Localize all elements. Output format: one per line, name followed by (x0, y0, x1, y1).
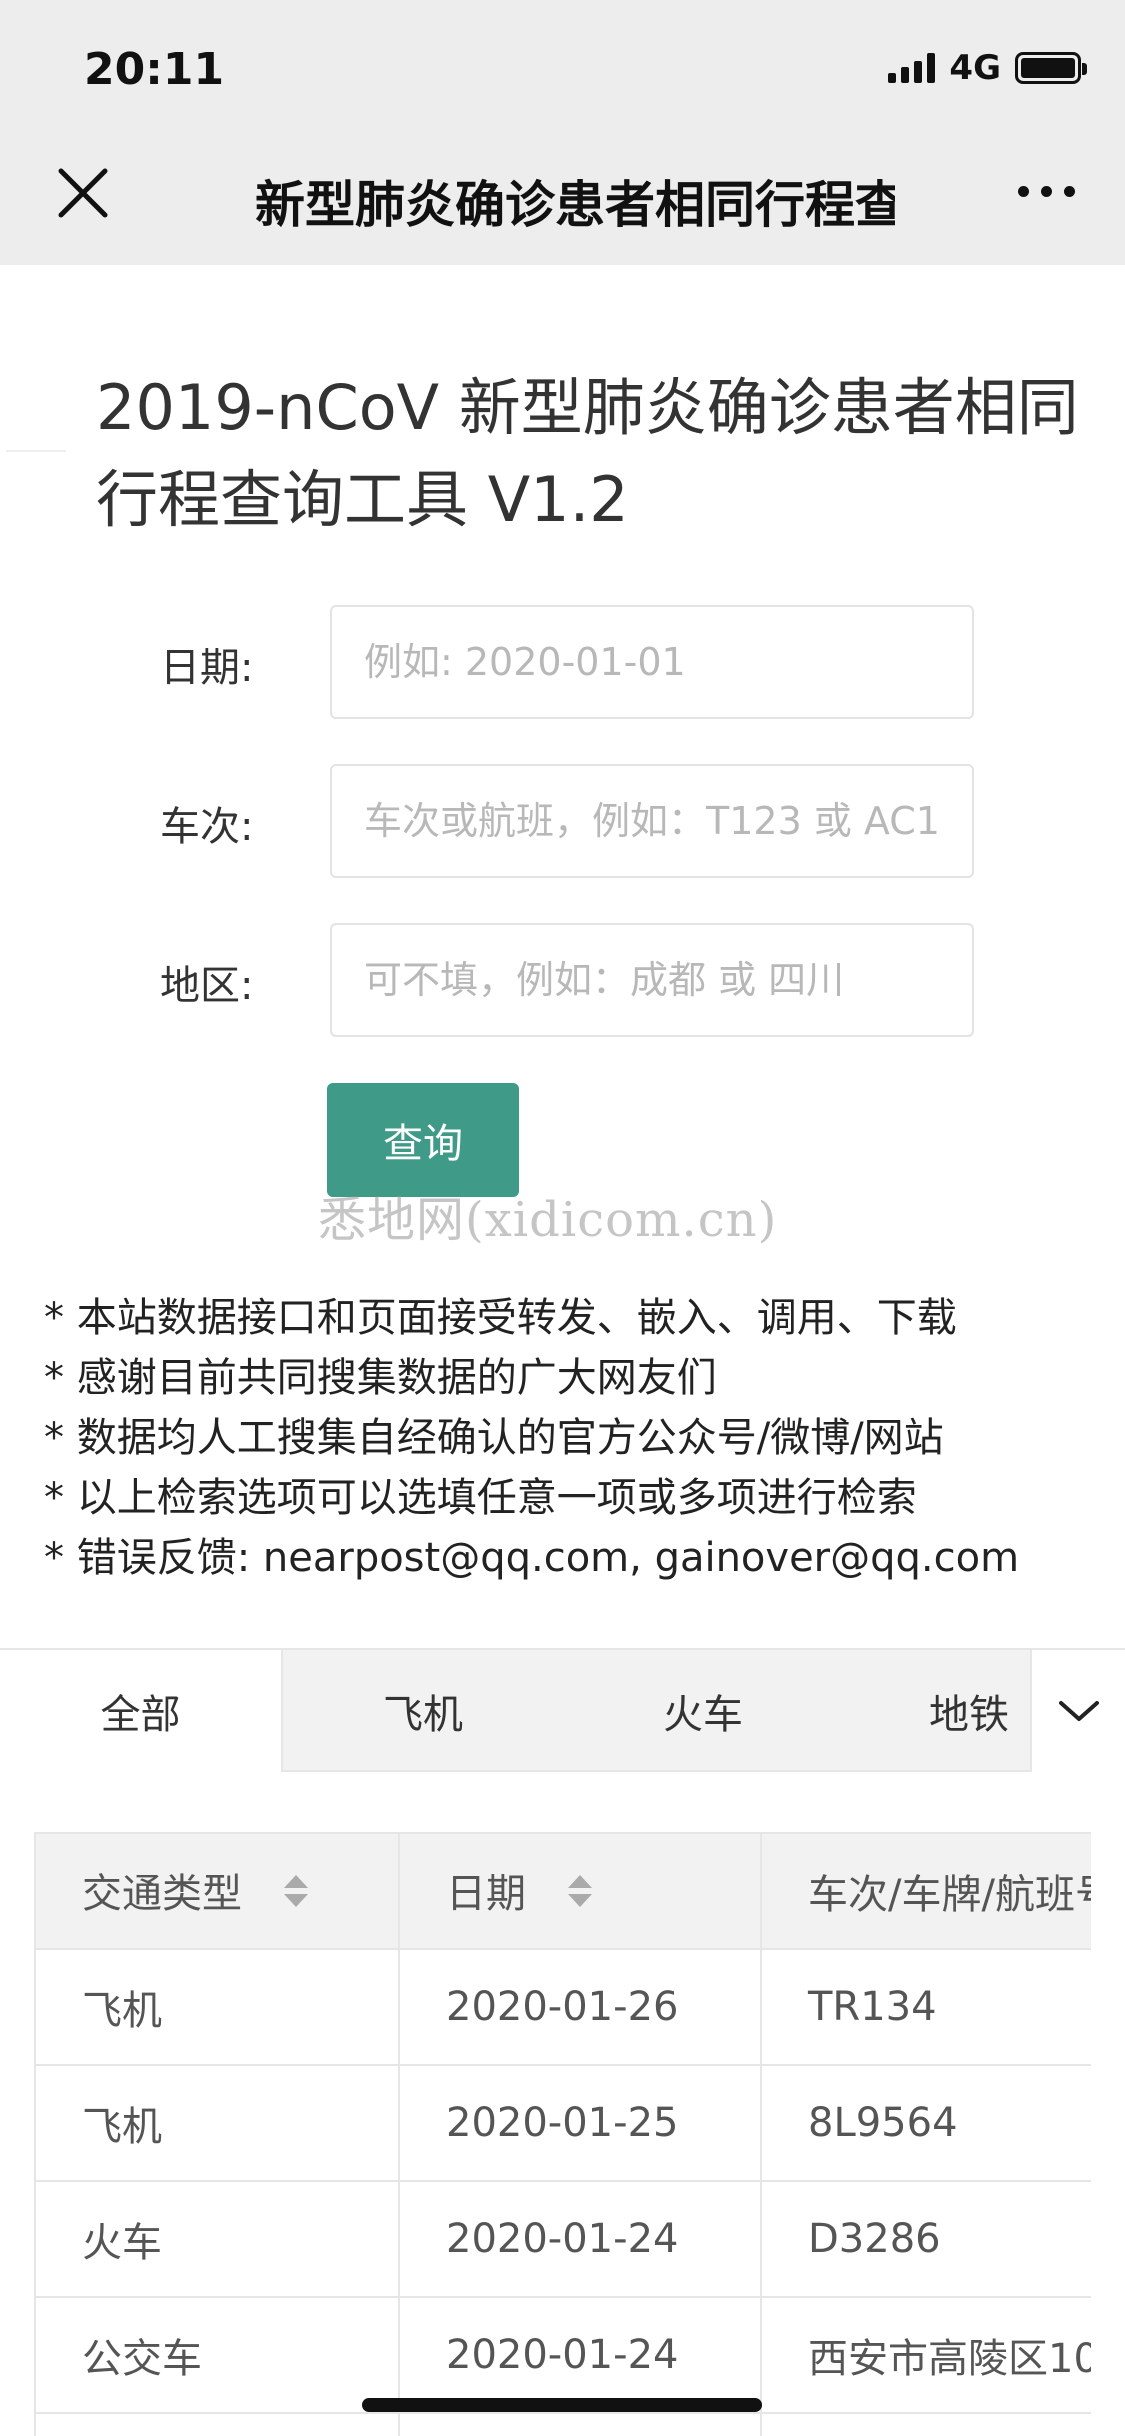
date-input[interactable] (330, 605, 974, 719)
table-row[interactable] (34, 2412, 1091, 2436)
table-row[interactable]: 火车 2020-01-24 D3286 (34, 2180, 1091, 2298)
sort-icon[interactable] (281, 1871, 311, 1921)
cell-type: 飞机 (34, 2064, 400, 2182)
region-input[interactable] (330, 923, 974, 1037)
train-row: 车次: (0, 764, 1125, 879)
watermark: 悉地网(xidicom.cn) (318, 1192, 778, 1248)
top-bar: 20:11 4G 新型肺炎确诊患者相同行程查询工具 (0, 0, 1125, 265)
note-item: * 错误反馈: nearpost@qq.com, gainover@qq.com (44, 1535, 1020, 1581)
tab-subway[interactable]: 地铁 (843, 1650, 1029, 1772)
battery-icon (1015, 52, 1087, 84)
tab-all[interactable]: 全部 (0, 1650, 283, 1772)
header-label: 车次/车牌/航班号 (808, 1872, 1091, 1918)
status-time: 20:11 (84, 44, 225, 95)
more-icon[interactable] (1018, 186, 1075, 197)
cell-type: 飞机 (34, 1948, 400, 2066)
table-row[interactable]: 飞机 2020-01-25 8L9564 (34, 2064, 1091, 2182)
table-row[interactable]: 公交车 2020-01-24 西安市高陵区10 (34, 2296, 1091, 2414)
home-indicator[interactable] (362, 2398, 762, 2412)
region-label: 地区: (160, 963, 254, 1009)
signal-icon (888, 53, 936, 83)
cell-type: 公交车 (34, 2296, 400, 2414)
cell-date: 2020-01-26 (398, 1948, 762, 2066)
note-item: * 本站数据接口和页面接受转发、嵌入、调用、下载 (44, 1295, 957, 1341)
header-label: 日期 (446, 1871, 526, 1917)
transport-tabs: 全部 飞机 火车 地铁 (0, 1648, 1125, 1772)
results-table[interactable]: 交通类型 日期 车次/车牌/航班号 飞机 2020-01-26 TR134 飞机… (34, 1832, 1091, 2436)
cell-date: 2020-01-25 (398, 2064, 762, 2182)
notes-list: * 本站数据接口和页面接受转发、嵌入、调用、下载 * 感谢目前共同搜集数据的广大… (44, 1288, 1104, 1588)
note-item: * 以上检索选项可以选填任意一项或多项进行检索 (44, 1475, 917, 1521)
train-label: 车次: (160, 804, 254, 850)
close-icon[interactable] (55, 165, 111, 221)
cell-date: 2020-01-24 (398, 2296, 762, 2414)
cell-number (760, 2412, 1091, 2436)
page-title: 2019-nCoV 新型肺炎确诊患者相同行程查询工具 V1.2 (96, 371, 1079, 536)
table-header-row: 交通类型 日期 车次/车牌/航班号 (34, 1832, 1091, 1950)
cell-date (398, 2412, 762, 2436)
region-row: 地区: (0, 923, 1125, 1038)
header-label: 交通类型 (82, 1871, 242, 1917)
date-row: 日期: (0, 605, 1125, 720)
cell-number: TR134 (760, 1948, 1091, 2066)
nav-title: 新型肺炎确诊患者相同行程查询工具 (255, 176, 895, 234)
cell-type (34, 2412, 400, 2436)
cell-number: D3286 (760, 2180, 1091, 2298)
header-number[interactable]: 车次/车牌/航班号 (760, 1832, 1091, 1950)
train-input[interactable] (330, 764, 974, 878)
tab-train[interactable]: 火车 (563, 1650, 843, 1772)
cell-number: 西安市高陵区10 (760, 2296, 1091, 2414)
network-type: 4G (949, 48, 1001, 88)
status-indicators: 4G (888, 48, 1087, 88)
cell-number: 8L9564 (760, 2064, 1091, 2182)
cell-type: 火车 (34, 2180, 400, 2298)
divider (6, 450, 66, 452)
date-label: 日期: (160, 645, 254, 691)
note-item: * 感谢目前共同搜集数据的广大网友们 (44, 1355, 717, 1401)
header-date[interactable]: 日期 (398, 1832, 762, 1950)
chevron-down-icon[interactable] (1030, 1650, 1125, 1772)
header-transport-type[interactable]: 交通类型 (34, 1832, 400, 1950)
table-row[interactable]: 飞机 2020-01-26 TR134 (34, 1948, 1091, 2066)
note-item: * 数据均人工搜集自经确认的官方公众号/微博/网站 (44, 1415, 944, 1461)
tab-plane[interactable]: 飞机 (283, 1650, 563, 1772)
sort-icon[interactable] (565, 1871, 595, 1921)
cell-date: 2020-01-24 (398, 2180, 762, 2298)
